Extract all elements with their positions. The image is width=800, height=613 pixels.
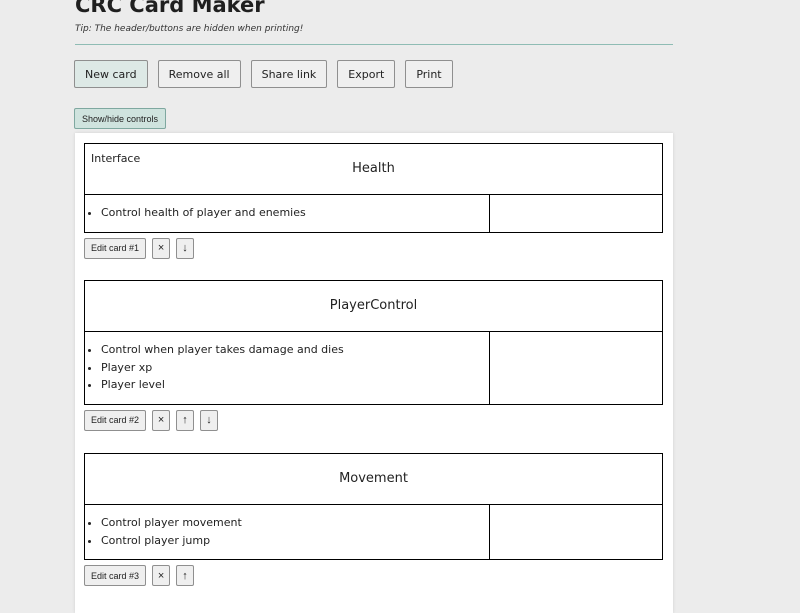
card-actions: Edit card #2 × ↑ ↓ xyxy=(84,409,663,431)
responsibility-item: Control health of player and enemies xyxy=(101,204,489,222)
card-class-name: Movement xyxy=(339,471,408,486)
toolbar: New card Remove all Share link Export Pr… xyxy=(74,60,453,88)
close-icon: × xyxy=(157,242,165,254)
responsibility-item: Player xp xyxy=(101,359,489,377)
card-box: Movement Control player movement Control… xyxy=(84,453,663,560)
delete-card-button[interactable]: × xyxy=(152,237,171,259)
move-up-button[interactable]: ↑ xyxy=(176,565,195,586)
arrow-up-icon: ↑ xyxy=(182,414,188,426)
responsibilities-column: Control player movement Control player j… xyxy=(85,505,490,559)
arrow-up-icon: ↑ xyxy=(182,569,188,582)
new-card-button[interactable]: New card xyxy=(74,60,148,88)
responsibility-item: Control player movement xyxy=(101,514,489,532)
card-body: Control player movement Control player j… xyxy=(85,505,662,559)
card-box: Interface Health Control health of playe… xyxy=(84,143,663,233)
crc-card: Movement Control player movement Control… xyxy=(84,453,663,586)
delete-card-button[interactable]: × xyxy=(152,565,171,586)
card-box: PlayerControl Control when player takes … xyxy=(84,280,663,405)
page-title: CRC Card Maker xyxy=(75,0,265,17)
card-class-name: Health xyxy=(352,161,395,176)
responsibilities-list: Control health of player and enemies xyxy=(85,195,489,232)
arrow-down-icon: ↓ xyxy=(182,242,188,254)
close-icon: × xyxy=(157,414,165,426)
card-header: PlayerControl xyxy=(85,281,662,332)
remove-all-button[interactable]: Remove all xyxy=(157,60,241,88)
card-header: Movement xyxy=(85,454,662,505)
header-divider xyxy=(75,44,673,45)
card-body: Control when player takes damage and die… xyxy=(85,332,662,404)
share-link-button[interactable]: Share link xyxy=(250,60,328,88)
collaborators-column xyxy=(490,195,662,232)
collaborators-column xyxy=(490,332,662,404)
move-up-button[interactable]: ↑ xyxy=(176,409,195,431)
edit-card-button[interactable]: Edit card #1 xyxy=(84,237,147,259)
cards-panel: Interface Health Control health of playe… xyxy=(75,133,673,613)
responsibility-item: Control when player takes damage and die… xyxy=(101,341,489,359)
print-tip: Tip: The header/buttons are hidden when … xyxy=(75,24,304,34)
responsibility-item: Player level xyxy=(101,376,489,394)
responsibilities-column: Control health of player and enemies xyxy=(85,195,490,232)
crc-card: PlayerControl Control when player takes … xyxy=(84,280,663,431)
edit-card-button[interactable]: Edit card #3 xyxy=(84,565,147,586)
card-actions: Edit card #3 × ↑ xyxy=(84,565,663,586)
crc-card: Interface Health Control health of playe… xyxy=(84,143,663,259)
responsibilities-column: Control when player takes damage and die… xyxy=(85,332,490,404)
export-button[interactable]: Export xyxy=(337,60,396,88)
close-icon: × xyxy=(157,569,165,582)
arrow-down-icon: ↓ xyxy=(206,414,212,426)
responsibility-item: Control player jump xyxy=(101,532,489,550)
move-down-button[interactable]: ↓ xyxy=(200,409,219,431)
collaborators-column xyxy=(490,505,662,559)
print-button[interactable]: Print xyxy=(405,60,453,88)
responsibilities-list: Control player movement Control player j… xyxy=(85,505,489,559)
move-down-button[interactable]: ↓ xyxy=(176,237,195,259)
responsibilities-list: Control when player takes damage and die… xyxy=(85,332,489,404)
card-class-name: PlayerControl xyxy=(329,298,418,313)
show-hide-controls-button[interactable]: Show/hide controls xyxy=(74,108,167,129)
card-body: Control health of player and enemies xyxy=(85,195,662,232)
card-header: Interface Health xyxy=(85,144,662,195)
delete-card-button[interactable]: × xyxy=(152,409,171,431)
card-actions: Edit card #1 × ↓ xyxy=(84,237,663,259)
edit-card-button[interactable]: Edit card #2 xyxy=(84,409,147,431)
